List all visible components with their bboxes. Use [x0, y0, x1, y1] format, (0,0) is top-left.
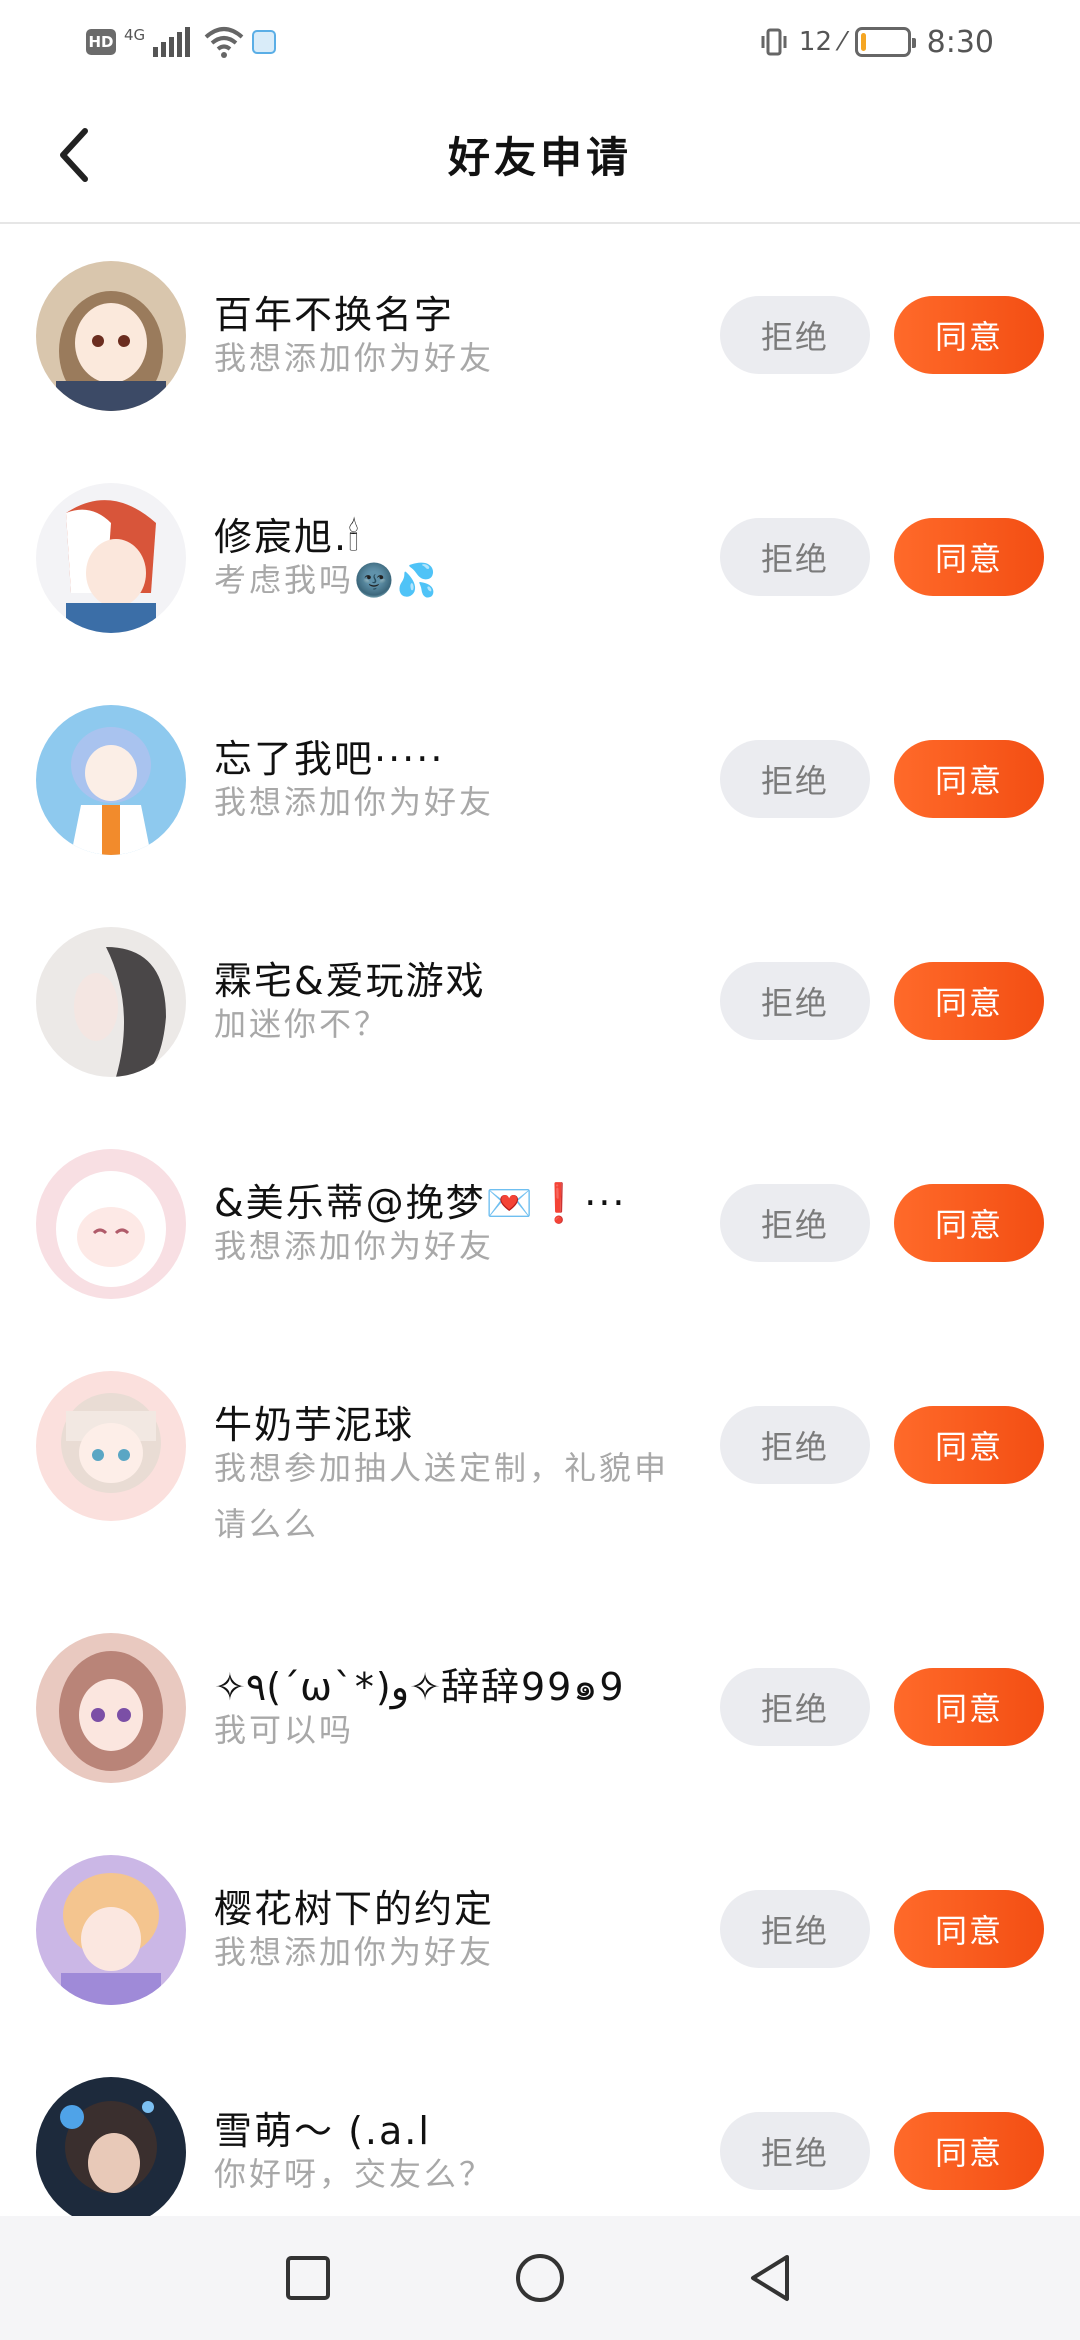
circle-icon [516, 2254, 564, 2302]
reject-button[interactable]: 拒绝 [720, 1184, 870, 1262]
friend-request-list[interactable]: 百年不换名字 我想添加你为好友 拒绝 同意 修宸旭.🕯 考虑我吗🌚💦 拒绝 同意 [0, 226, 1080, 2226]
request-item: 牛奶芋泥球 我想参加抽人送定制，礼貌申请么么 拒绝 同意 [0, 1336, 1080, 1596]
reject-button[interactable]: 拒绝 [720, 296, 870, 374]
clock: 8:30 [926, 24, 994, 60]
request-message: 加迷你不？ [214, 1005, 390, 1043]
reject-button[interactable]: 拒绝 [720, 1406, 870, 1484]
reject-button[interactable]: 拒绝 [720, 1668, 870, 1746]
request-message: 我想参加抽人送定制，礼貌申请么么 [214, 1449, 670, 1543]
triangle-back-icon [751, 2255, 789, 2301]
accept-button[interactable]: 同意 [894, 296, 1044, 374]
accept-button[interactable]: 同意 [894, 2112, 1044, 2190]
request-message: 你好呀，交友么？ [214, 2155, 495, 2193]
status-bar: HD 4G 12 ⁄ 8:30 [0, 0, 1080, 84]
avatar[interactable] [36, 483, 186, 633]
request-message: 考虑我吗🌚💦 [214, 561, 440, 599]
request-message: 我可以吗 [214, 1711, 355, 1749]
request-item: 樱花树下的约定 我想添加你为好友 拒绝 同意 [0, 1820, 1080, 2040]
reject-button[interactable]: 拒绝 [720, 962, 870, 1040]
avatar[interactable] [36, 1371, 186, 1521]
system-nav-bar [0, 2216, 1080, 2340]
accept-button[interactable]: 同意 [894, 518, 1044, 596]
request-item: 修宸旭.🕯 考虑我吗🌚💦 拒绝 同意 [0, 448, 1080, 668]
system-back-button[interactable] [730, 2238, 810, 2318]
page-title: 好友申请 [447, 133, 632, 182]
avatar[interactable] [36, 927, 186, 1077]
app-header: 好友申请 [0, 84, 1080, 224]
reject-button[interactable]: 拒绝 [720, 740, 870, 818]
accept-button[interactable]: 同意 [894, 1184, 1044, 1262]
status-right: 12 ⁄ 8:30 [759, 22, 994, 62]
avatar[interactable] [36, 1633, 186, 1783]
request-item: 雪萌～ (.a.l 你好呀，交友么？ 拒绝 同意 [0, 2042, 1080, 2226]
notification-app-icon [252, 30, 277, 54]
request-message: 我想添加你为好友 [214, 1933, 495, 1971]
wifi-icon [204, 27, 244, 58]
hd-badge: HD [86, 29, 116, 55]
square-icon [286, 2256, 330, 2300]
battery-percent: 12 ⁄ [798, 27, 845, 57]
accept-button[interactable]: 同意 [894, 1668, 1044, 1746]
signal-icon [153, 27, 191, 57]
reject-button[interactable]: 拒绝 [720, 518, 870, 596]
avatar[interactable] [36, 705, 186, 855]
request-item: 百年不换名字 我想添加你为好友 拒绝 同意 [0, 226, 1080, 446]
request-message: 我想添加你为好友 [214, 339, 495, 377]
network-type: 4G [124, 26, 146, 44]
accept-button[interactable]: 同意 [894, 1406, 1044, 1484]
vibrate-icon [761, 28, 787, 56]
avatar[interactable] [36, 261, 186, 411]
avatar[interactable] [36, 2077, 186, 2226]
request-message: 我想添加你为好友 [214, 783, 495, 821]
status-left: HD 4G [86, 22, 277, 62]
recents-button[interactable] [268, 2238, 348, 2318]
request-item: 霖宅&爱玩游戏 加迷你不？ 拒绝 同意 [0, 892, 1080, 1112]
request-message: 我想添加你为好友 [214, 1227, 495, 1265]
request-item: 忘了我吧····· 我想添加你为好友 拒绝 同意 [0, 670, 1080, 890]
home-button[interactable] [500, 2238, 580, 2318]
reject-button[interactable]: 拒绝 [720, 2112, 870, 2190]
battery-icon [854, 27, 916, 57]
accept-button[interactable]: 同意 [894, 962, 1044, 1040]
battery-fill [860, 33, 866, 51]
avatar[interactable] [36, 1855, 186, 2005]
accept-button[interactable]: 同意 [894, 740, 1044, 818]
request-item: ✧٩(ˊωˋ*)و✧辞辞99๑9 我可以吗 拒绝 同意 [0, 1598, 1080, 1818]
reject-button[interactable]: 拒绝 [720, 1890, 870, 1968]
avatar[interactable] [36, 1149, 186, 1299]
accept-button[interactable]: 同意 [894, 1890, 1044, 1968]
request-item: &美乐蒂@挽梦💌❗··· 我想添加你为好友 拒绝 同意 [0, 1114, 1080, 1334]
